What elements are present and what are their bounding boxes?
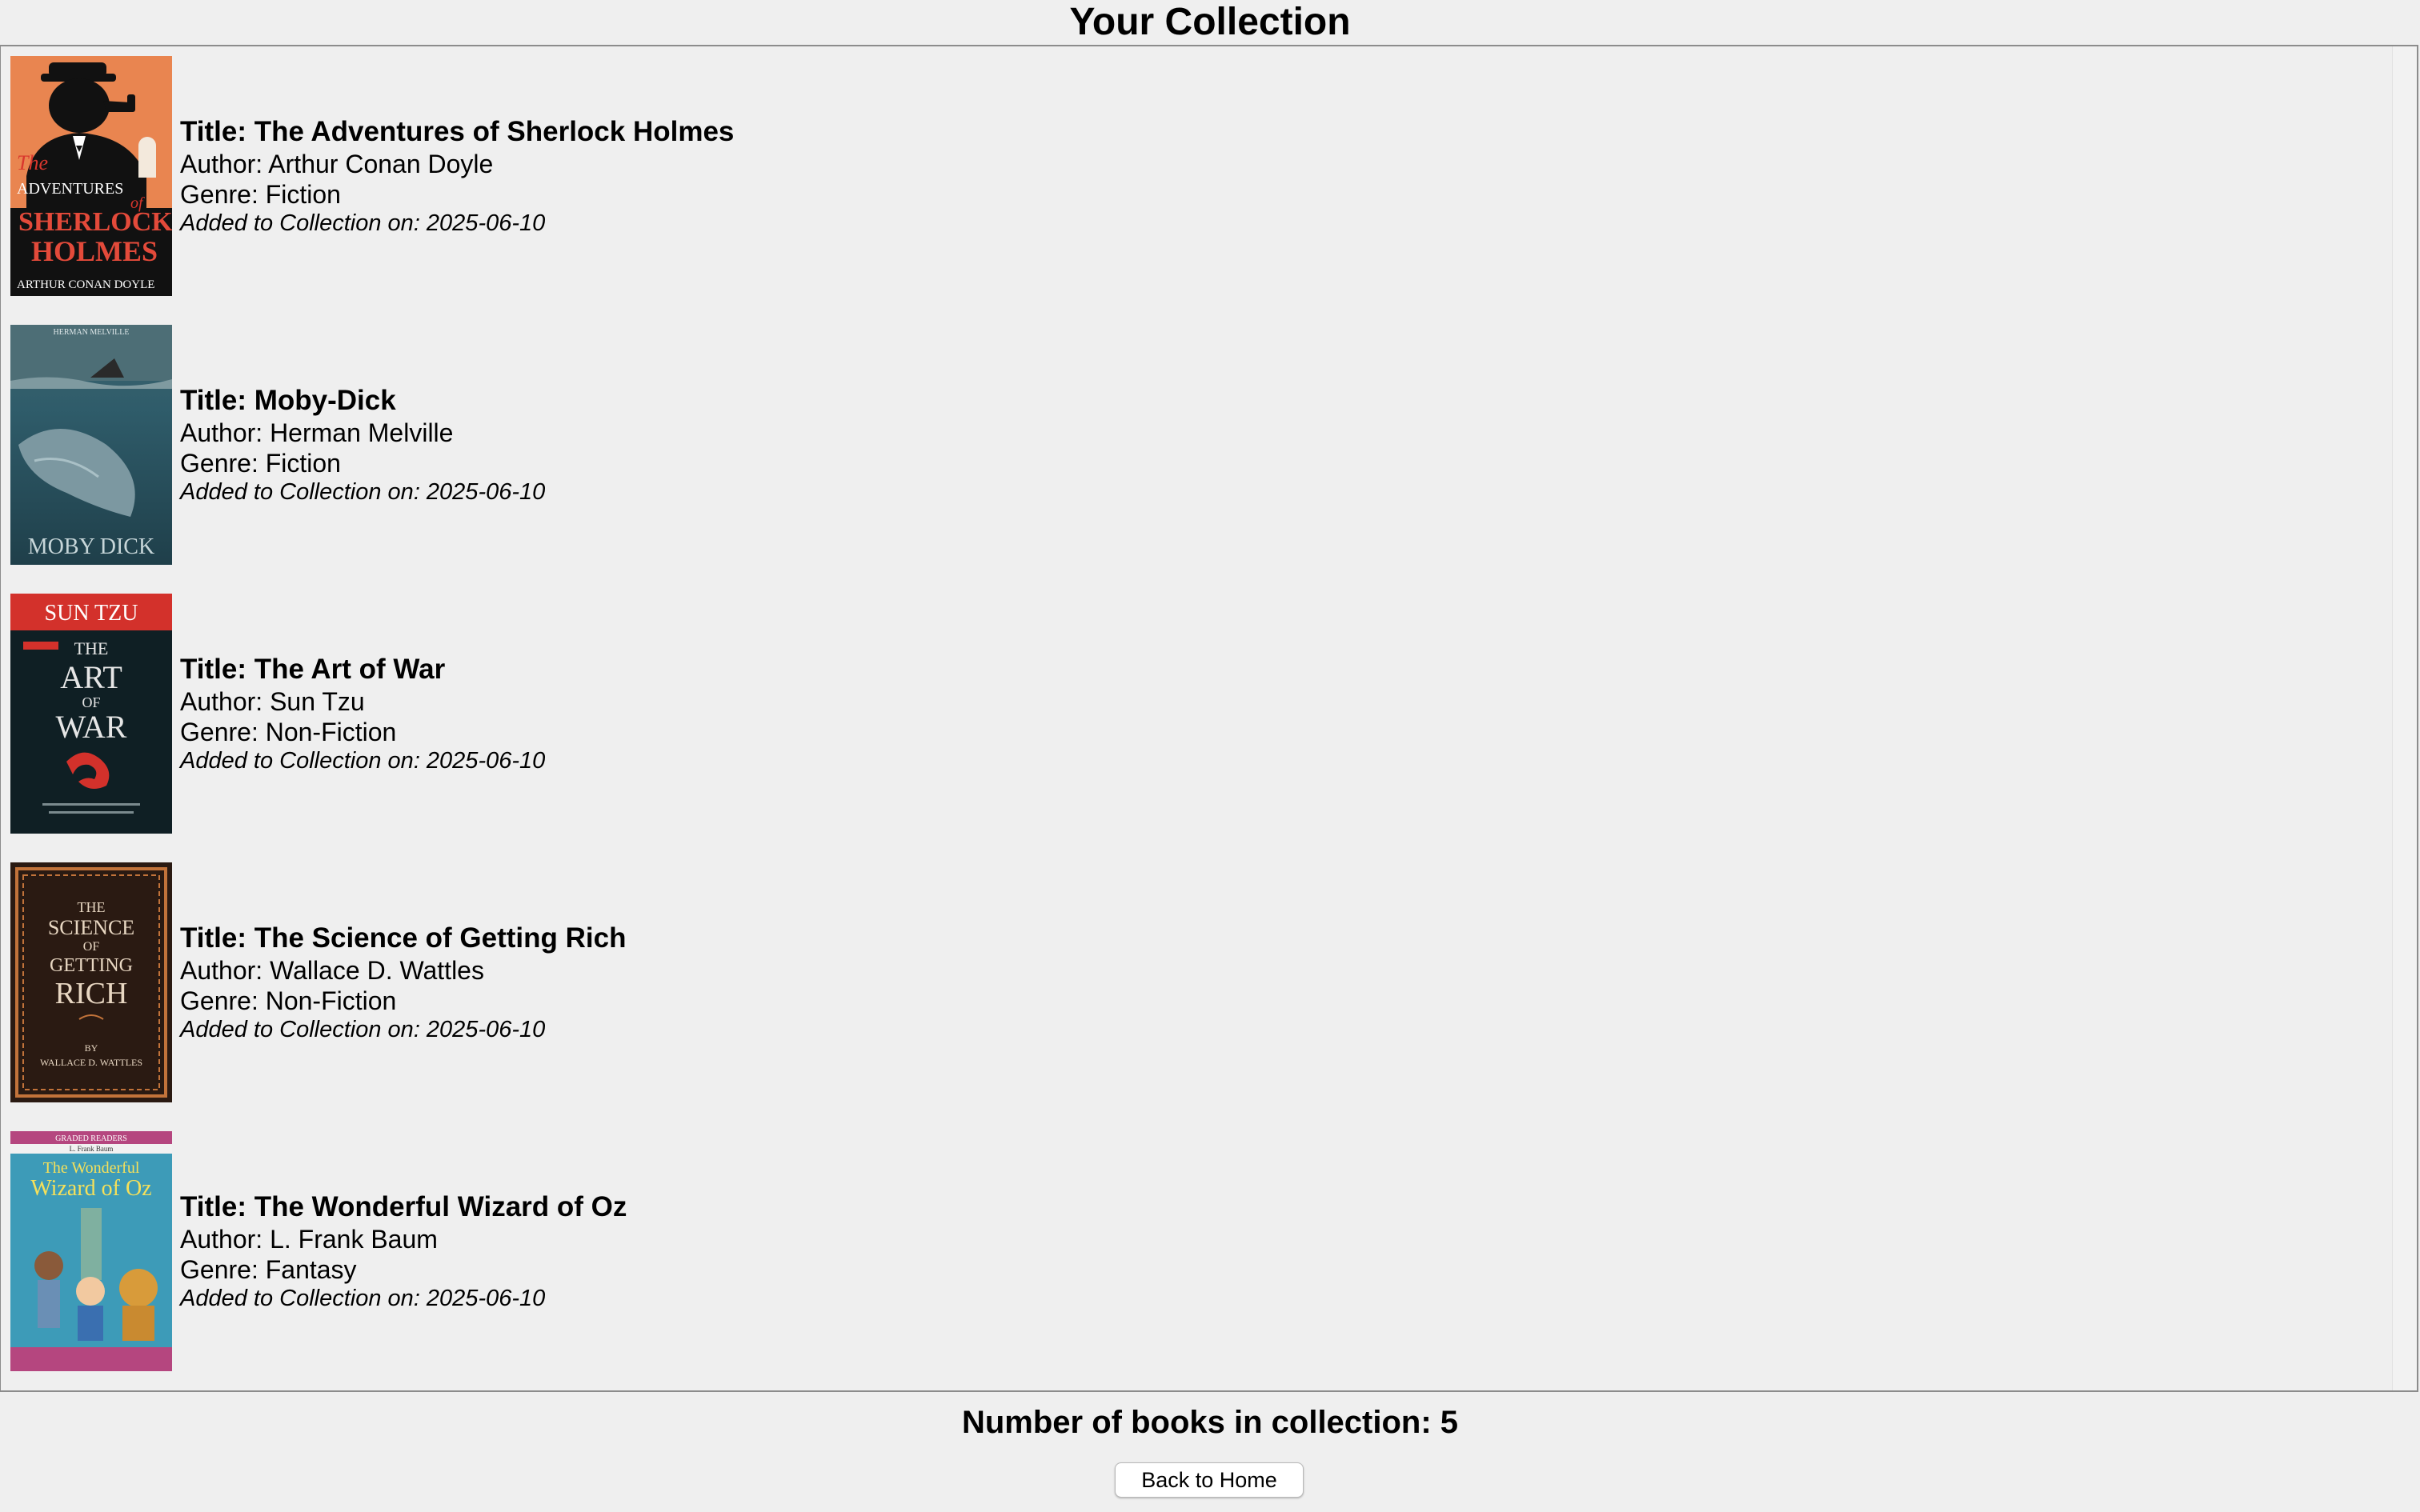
cover-text: GRADED READERS — [55, 1134, 127, 1143]
book-author: Author: Sun Tzu — [180, 687, 365, 716]
cover-text: OF — [82, 694, 100, 710]
cover-text: RICH — [55, 977, 128, 1010]
cover-text: L. Frank Baum — [70, 1145, 114, 1153]
book-author: Author: Arthur Conan Doyle — [180, 150, 494, 178]
back-to-home-button[interactable]: Back to Home — [1115, 1462, 1304, 1498]
book-cover-image: The ADVENTURES of SHERLOCK HOLMES ARTHUR… — [10, 56, 172, 296]
cover-text: BY — [85, 1042, 98, 1054]
book-list-panel[interactable]: The ADVENTURES of SHERLOCK HOLMES ARTHUR… — [0, 45, 2418, 1392]
book-details: Title: Moby-Dick Author: Herman Melville… — [180, 384, 545, 506]
book-cover-image: THE SCIENCE OF GETTING RICH BY WALLACE D… — [10, 862, 172, 1102]
art-of-war-cover: SUN TZU THE ART OF WAR — [10, 594, 172, 834]
book-genre: Genre: Non-Fiction — [180, 986, 397, 1015]
cover-text: Wizard of Oz — [30, 1176, 151, 1201]
book-title: Title: The Science of Getting Rich — [180, 922, 627, 954]
cover-text: WAR — [56, 709, 127, 745]
cover-text: OF — [83, 940, 100, 954]
cover-text: WALLACE D. WATTLES — [40, 1057, 142, 1068]
book-genre: Genre: Fantasy — [180, 1255, 357, 1284]
cover-text: GETTING — [50, 955, 133, 976]
book-item: GRADED READERS L. Frank Baum The Wonderf… — [10, 1131, 2379, 1371]
book-count-label: Number of books in collection: 5 — [961, 1405, 1459, 1440]
book-added-date: Added to Collection on: 2025-06-10 — [180, 210, 546, 236]
book-cover-image: SUN TZU THE ART OF WAR — [10, 594, 172, 834]
book-cover-image: GRADED READERS L. Frank Baum The Wonderf… — [10, 1131, 172, 1371]
book-added-date: Added to Collection on: 2025-06-10 — [180, 479, 546, 505]
cover-text: SUN TZU — [45, 601, 138, 626]
wizard-of-oz-cover: GRADED READERS L. Frank Baum The Wonderf… — [10, 1131, 172, 1371]
cover-text: MOBY DICK — [28, 534, 154, 559]
collection-window: Your Collection The ADVENTURES of SHERLO… — [0, 0, 2420, 1512]
book-details: Title: The Adventures of Sherlock Holmes… — [180, 115, 734, 237]
book-title: Title: Moby-Dick — [180, 385, 396, 416]
science-of-getting-rich-cover: THE SCIENCE OF GETTING RICH BY WALLACE D… — [10, 862, 172, 1102]
book-title: Title: The Wonderful Wizard of Oz — [180, 1191, 627, 1222]
book-item: HERMAN MELVILLE MOBY DICK Title: Moby-Di… — [10, 325, 2379, 565]
book-added-date: Added to Collection on: 2025-06-10 — [180, 748, 546, 774]
book-genre: Genre: Fiction — [180, 449, 341, 478]
book-item: SUN TZU THE ART OF WAR Title: The Art of… — [10, 594, 2379, 834]
book-author: Author: Wallace D. Wattles — [180, 956, 484, 985]
book-genre: Genre: Non-Fiction — [180, 718, 397, 746]
book-item: THE SCIENCE OF GETTING RICH BY WALLACE D… — [10, 862, 2379, 1102]
book-genre: Genre: Fiction — [180, 180, 341, 209]
moby-dick-cover: HERMAN MELVILLE MOBY DICK — [10, 325, 172, 565]
cover-text: SHERLOCK — [18, 207, 172, 237]
book-title: Title: The Adventures of Sherlock Holmes — [180, 116, 735, 147]
cover-text: SCIENCE — [48, 916, 134, 939]
book-details: Title: The Art of War Author: Sun Tzu Ge… — [180, 653, 545, 774]
book-details: Title: The Science of Getting Rich Autho… — [180, 922, 627, 1043]
cover-text: HOLMES — [31, 235, 158, 267]
cover-text: ARTHUR CONAN DOYLE — [17, 278, 154, 291]
cover-text: HERMAN MELVILLE — [54, 328, 130, 337]
book-added-date: Added to Collection on: 2025-06-10 — [180, 1017, 546, 1042]
book-list: The ADVENTURES of SHERLOCK HOLMES ARTHUR… — [10, 56, 2379, 1390]
book-item: The ADVENTURES of SHERLOCK HOLMES ARTHUR… — [10, 56, 2379, 296]
sherlock-holmes-cover: The ADVENTURES of SHERLOCK HOLMES ARTHUR… — [10, 56, 172, 296]
book-details: Title: The Wonderful Wizard of Oz Author… — [180, 1190, 627, 1312]
cover-text: The Wonderful — [43, 1159, 140, 1177]
book-author: Author: L. Frank Baum — [180, 1225, 438, 1254]
book-title: Title: The Art of War — [180, 654, 446, 685]
book-added-date: Added to Collection on: 2025-06-10 — [180, 1286, 546, 1311]
page-title: Your Collection — [1069, 1, 1351, 43]
scrollbar-track[interactable] — [2392, 46, 2417, 1390]
book-author: Author: Herman Melville — [180, 418, 454, 447]
cover-text: THE — [78, 899, 106, 915]
cover-text: ADVENTURES — [17, 180, 123, 198]
cover-text: The — [17, 151, 48, 174]
cover-text: THE — [74, 638, 109, 658]
cover-text: ART — [60, 659, 122, 695]
book-cover-image: HERMAN MELVILLE MOBY DICK — [10, 325, 172, 565]
